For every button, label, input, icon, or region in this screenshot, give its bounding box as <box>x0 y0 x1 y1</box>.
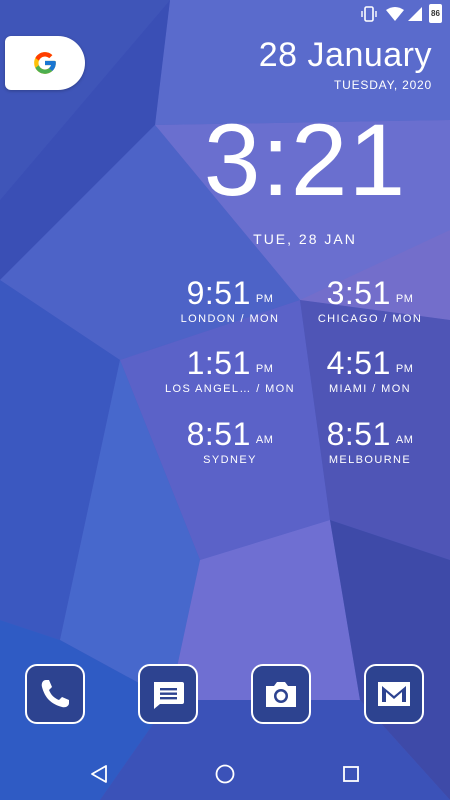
world-clock-city: MIAMI / MON <box>328 383 411 395</box>
vibrate-icon <box>361 6 377 22</box>
world-clock-time: 9:51 <box>186 275 251 311</box>
world-clock-ampm: PM <box>255 293 274 305</box>
wifi-icon <box>386 7 404 21</box>
world-clock-london[interactable]: 9:51 PM LONDON / MON <box>155 275 305 325</box>
date-heading[interactable]: 28 January <box>259 36 432 75</box>
world-clock-time: 8:51 <box>326 416 391 452</box>
world-clock-miami[interactable]: 4:51 PM MIAMI / MON <box>295 345 445 395</box>
world-clock-ampm: PM <box>395 363 414 375</box>
gmail-icon <box>378 682 410 706</box>
world-clock-time: 4:51 <box>326 345 391 381</box>
world-clock-city: CHICAGO / MON <box>317 313 423 325</box>
world-clock-city: SYDNEY <box>203 454 257 466</box>
world-clock-ampm: PM <box>395 293 414 305</box>
world-clock-city: MELBOURNE <box>328 454 412 466</box>
status-bar: 86 <box>0 0 450 28</box>
world-clock-time: 8:51 <box>186 416 251 452</box>
messages-app-button[interactable] <box>138 664 198 724</box>
google-search-widget[interactable] <box>5 36 85 90</box>
phone-app-button[interactable] <box>25 664 85 724</box>
camera-icon <box>266 682 296 707</box>
main-clock-time[interactable]: 3:21 <box>195 104 415 216</box>
world-clock-time: 3:51 <box>326 275 391 311</box>
back-icon[interactable] <box>88 763 110 785</box>
camera-app-button[interactable] <box>251 664 311 724</box>
battery-icon: 86 <box>429 4 442 23</box>
day-year-label: TUESDAY, 2020 <box>333 78 432 92</box>
world-clock-city: LOS ANGEL… / MON <box>165 383 295 395</box>
world-clock-melbourne[interactable]: 8:51 AM MELBOURNE <box>295 416 445 466</box>
home-icon[interactable] <box>214 763 236 785</box>
signal-icon <box>408 7 422 21</box>
world-clock-chicago[interactable]: 3:51 PM CHICAGO / MON <box>295 275 445 325</box>
recents-icon[interactable] <box>340 763 362 785</box>
phone-icon <box>41 680 69 708</box>
navigation-bar <box>0 746 450 800</box>
world-clock-los-angeles[interactable]: 1:51 PM LOS ANGEL… / MON <box>155 345 305 395</box>
google-g-icon <box>34 52 56 74</box>
world-clock-sydney[interactable]: 8:51 AM SYDNEY <box>155 416 305 466</box>
message-icon <box>154 682 184 709</box>
world-clock-ampm: AM <box>395 434 414 446</box>
world-clock-ampm: PM <box>255 363 274 375</box>
world-clock-city: LONDON / MON <box>180 313 280 325</box>
world-clock-ampm: AM <box>255 434 274 446</box>
world-clock-time: 1:51 <box>186 345 251 381</box>
gmail-app-button[interactable] <box>364 664 424 724</box>
main-clock-date: TUE, 28 JAN <box>253 231 357 247</box>
